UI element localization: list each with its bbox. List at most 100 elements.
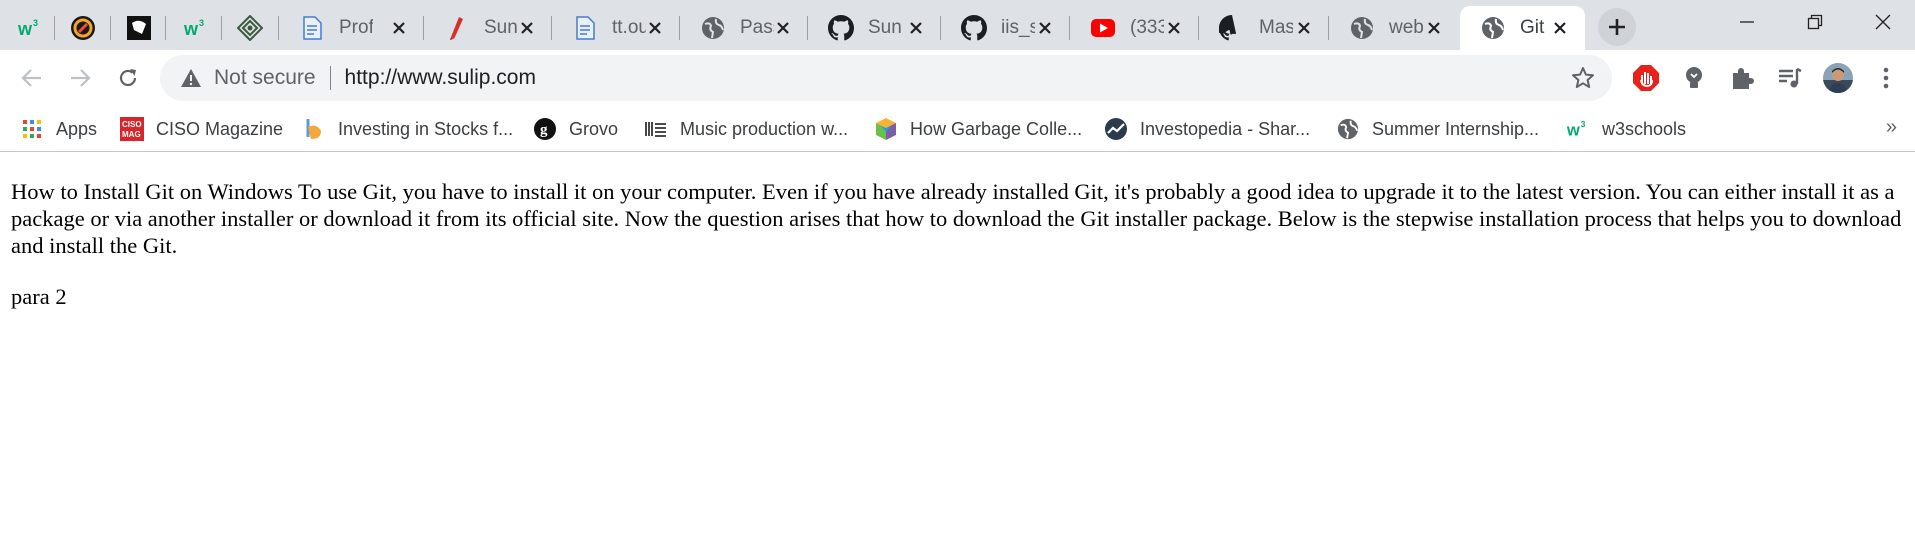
globe-icon [1480,15,1506,41]
tab-title: web [1389,17,1423,38]
close-tab-icon[interactable] [386,15,412,41]
music-bars-icon [644,117,668,141]
bookmark-label: w3schools [1602,118,1687,139]
svg-text:MAG: MAG [122,130,141,139]
bookmark-summer-internship[interactable]: Summer Internship... [1336,114,1539,144]
bookmark-investing[interactable]: Investing in Stocks f... [302,114,513,144]
warning-triangle-icon[interactable] [180,67,202,89]
bookmark-ciso-magazine[interactable]: CISO MAG CISO Magazine [120,114,283,144]
tab-title: Mas [1259,17,1293,38]
bookmark-music-production[interactable]: Music production w... [644,114,848,144]
close-tab-icon[interactable] [770,15,796,41]
close-tab-icon[interactable] [1547,15,1573,41]
back-button[interactable] [12,58,52,98]
svg-text:3: 3 [1581,119,1586,129]
w3schools-icon: w3 [16,15,42,41]
app-logo-icon [70,15,96,41]
bookmark-apps[interactable]: Apps [20,114,97,144]
security-status-label[interactable]: Not secure [214,66,316,90]
tab-suni-github[interactable]: Suni [808,6,941,50]
tab-title: Suni [868,17,902,38]
tab-title: Prof [339,17,373,38]
tab-mas[interactable]: Mas [1199,6,1329,50]
tab-suni[interactable]: Suni [424,6,552,50]
tab-app-logo[interactable] [55,6,111,50]
tab-w3schools-2[interactable]: w3 [166,6,222,50]
restore-icon [1807,14,1823,30]
arrow-left-icon [21,69,41,87]
svg-text:w: w [1566,120,1580,139]
youtube-icon [1090,15,1116,41]
tab-git-active[interactable]: Git [1460,6,1585,50]
globe-icon [1336,117,1360,141]
tab-prof[interactable]: Prof [279,6,424,50]
svg-text:w: w [17,19,33,39]
close-tab-icon[interactable] [642,15,668,41]
paragraph-2: para 2 [11,284,67,309]
dark-logo-icon [126,15,152,41]
diamond-logo-icon [237,15,263,41]
w3schools-icon: w3 [1566,117,1590,141]
close-window-button[interactable] [1848,0,1915,44]
svg-text:CISO: CISO [122,120,142,129]
bookmarks-overflow-chevron-icon[interactable]: » [1886,116,1897,139]
new-tab-button[interactable] [1598,8,1636,46]
bookmark-label: Apps [56,118,98,139]
minimize-button[interactable] [1712,0,1782,44]
tab-tt-ou[interactable]: tt.ou [552,6,680,50]
tab-dark-logo[interactable] [111,6,166,50]
document-icon [572,15,598,41]
bookmark-garbage-collection[interactable]: How Garbage Colle... [874,114,1082,144]
close-tab-icon[interactable] [1032,15,1058,41]
tab-strip: w3 w3 Prof Sun tt.ou Pas Sun iis_s (333 … [0,0,1915,50]
url-text[interactable]: http://www.sulip.com [345,66,536,90]
profile-avatar[interactable] [1822,62,1854,94]
page-content: How to Install Git on Windows To use Git… [0,152,1915,556]
tab-iis[interactable]: iis_s [941,6,1070,50]
tab-youtube[interactable]: (333 [1070,6,1199,50]
plus-icon [1609,19,1625,35]
bookmark-grovo[interactable]: g Grovo [533,114,618,144]
bookmark-label: Music production w... [680,118,849,139]
reload-button[interactable] [108,58,148,98]
reload-icon [119,69,137,87]
bookmark-investopedia[interactable]: Investopedia - Shar... [1104,114,1310,144]
tab-web[interactable]: web [1329,6,1459,50]
tab-pass[interactable]: Pass [680,6,808,50]
close-tab-icon[interactable] [1161,15,1187,41]
media-control-icon[interactable] [1774,62,1806,94]
arrow-right-icon [71,69,91,87]
bookmark-w3schools[interactable]: w3 w3schools [1566,114,1686,144]
minimize-icon [1740,21,1754,23]
forward-button[interactable] [60,58,100,98]
colorful-cube-icon [874,117,898,141]
tab-diamond-logo[interactable] [222,6,279,50]
svg-text:g: g [540,122,548,138]
tab-title: tt.ou [612,17,646,38]
close-tab-icon[interactable] [514,15,540,41]
adblock-extension-icon[interactable] [1630,62,1662,94]
address-bar[interactable]: Not secure http://www.sulip.com [160,55,1612,101]
bookmark-star-icon[interactable] [1570,65,1596,91]
browser-toolbar: Not secure http://www.sulip.com [0,50,1915,106]
close-tab-icon[interactable] [903,15,929,41]
close-icon [1875,14,1891,30]
tab-title: iis_s [1001,17,1035,38]
paragraph-1: How to Install Git on Windows To use Git… [11,179,1902,258]
tab-w3schools[interactable]: w3 [0,6,55,50]
lightbulb-extension-icon[interactable] [1678,62,1710,94]
tab-title: (333 [1130,17,1164,38]
tab-title: Git [1520,17,1545,38]
ciso-mag-icon: CISO MAG [120,117,144,141]
restore-button[interactable] [1780,0,1850,44]
bookmark-label: Investing in Stocks f... [338,118,514,139]
extensions-puzzle-icon[interactable] [1726,62,1758,94]
close-tab-icon[interactable] [1421,15,1447,41]
vertical-dots-icon [1883,67,1889,89]
svg-text:w: w [183,19,199,39]
chrome-menu-button[interactable] [1870,62,1902,94]
github-icon [828,15,854,41]
w3schools-icon: w3 [182,15,208,41]
globe-icon [700,15,726,41]
close-tab-icon[interactable] [1291,15,1317,41]
